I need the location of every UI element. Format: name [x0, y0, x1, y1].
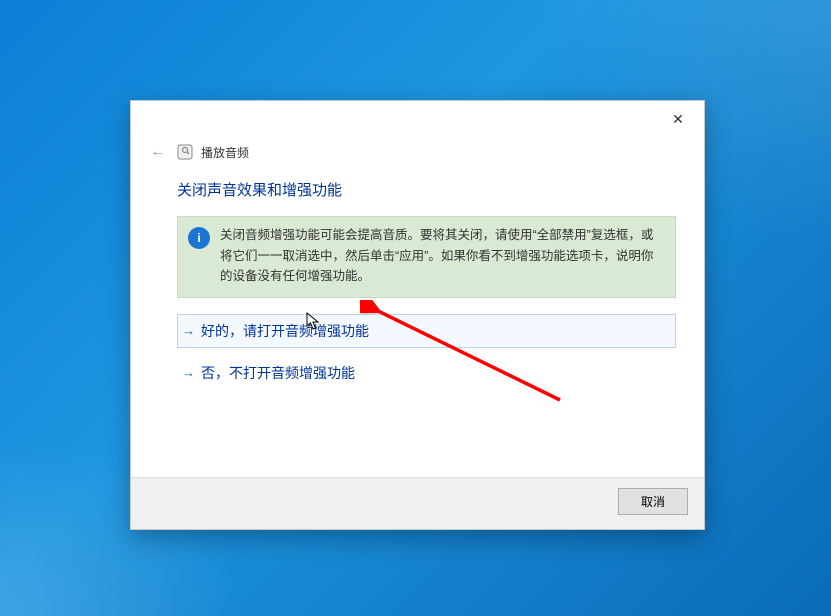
back-button[interactable]: ← — [147, 141, 169, 163]
dialog-content: 关闭声音效果和增强功能 i 关闭音频增强功能可能会提高音质。要将其关闭，请使用“… — [131, 171, 704, 477]
page-heading: 关闭声音效果和增强功能 — [177, 179, 676, 200]
option-yes-label: 好的，请打开音频增强功能 — [201, 321, 369, 341]
info-icon: i — [188, 227, 210, 249]
window-title: 播放音频 — [201, 144, 249, 161]
info-text: 关闭音频增强功能可能会提高音质。要将其关闭，请使用“全部禁用”复选框，或将它们一… — [220, 225, 665, 287]
arrow-right-icon: → — [182, 365, 195, 380]
option-no-label: 否，不打开音频增强功能 — [201, 363, 355, 383]
option-no-skip-enhancements[interactable]: → 否，不打开音频增强功能 — [177, 356, 676, 390]
header-row: ← 播放音频 — [131, 137, 704, 171]
troubleshooter-dialog: ✕ ← 播放音频 关闭声音效果和增强功能 i 关闭音频增强功能可能会提高音质。要… — [130, 100, 705, 530]
back-arrow-icon: ← — [150, 143, 166, 161]
dialog-footer: 取消 — [131, 477, 704, 529]
info-box: i 关闭音频增强功能可能会提高音质。要将其关闭，请使用“全部禁用”复选框，或将它… — [177, 216, 676, 298]
arrow-right-icon: → — [182, 323, 195, 338]
close-button[interactable]: ✕ — [658, 105, 698, 133]
troubleshoot-icon — [177, 144, 193, 160]
close-icon: ✕ — [672, 111, 684, 128]
option-yes-open-enhancements[interactable]: → 好的，请打开音频增强功能 — [177, 314, 676, 348]
cancel-button[interactable]: 取消 — [618, 488, 688, 515]
titlebar: ✕ — [131, 101, 704, 137]
